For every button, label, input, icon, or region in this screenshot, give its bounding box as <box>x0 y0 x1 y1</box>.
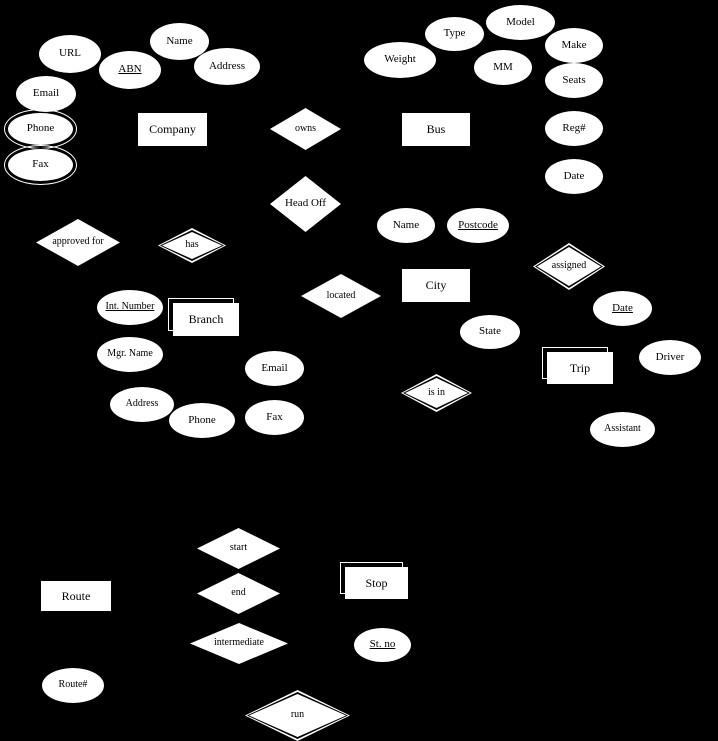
attribute-ellipse-driver[interactable]: Driver <box>639 340 701 375</box>
node-label: owns <box>294 122 317 134</box>
entity-box-company[interactable]: Company <box>137 112 208 147</box>
attribute-ellipse-model[interactable]: Model <box>486 5 555 40</box>
node-label: Model <box>506 15 535 28</box>
node-label: run <box>290 709 305 721</box>
identifying-relationship-diamond-has[interactable]: has <box>158 228 226 263</box>
node-label: end <box>231 587 246 599</box>
entity-box-city[interactable]: City <box>401 268 471 303</box>
node-label: Email <box>32 87 60 100</box>
node-label: Address <box>125 398 159 410</box>
node-label: Date <box>563 169 585 182</box>
attribute-ellipse-address_co[interactable]: Address <box>194 48 260 85</box>
attribute-ellipse-type[interactable]: Type <box>425 17 484 51</box>
attribute-ellipse-assistant[interactable]: Assistant <box>590 412 655 447</box>
identifying-relationship-diamond-run[interactable]: run <box>245 690 350 741</box>
relationship-diamond-approved_for[interactable]: approved for <box>36 219 120 266</box>
relationship-diamond-end[interactable]: end <box>197 573 280 614</box>
node-label: MM <box>493 60 513 73</box>
node-label: has <box>185 239 199 251</box>
node-label: Assistant <box>604 423 641 435</box>
weak-entity-box-trip[interactable]: Trip <box>542 347 614 385</box>
attribute-ellipse-route_no[interactable]: Route# <box>42 668 104 703</box>
node-label: Name <box>392 218 420 231</box>
node-label: Date <box>612 301 633 314</box>
entity-box-route[interactable]: Route <box>40 580 112 612</box>
key-attribute-ellipse-date_trip[interactable]: Date <box>593 291 652 326</box>
attribute-ellipse-state[interactable]: State <box>460 315 520 349</box>
node-label: Seats <box>562 73 586 86</box>
attribute-ellipse-make[interactable]: Make <box>545 28 603 63</box>
node-label: Branch <box>188 312 224 327</box>
entity-box-bus[interactable]: Bus <box>401 112 471 147</box>
node-label: Phone <box>26 122 55 135</box>
node-label: Company <box>149 122 196 137</box>
node-label: Bus <box>426 122 446 137</box>
node-label: Weight <box>384 53 416 66</box>
node-label: City <box>425 278 447 293</box>
node-label: Fax <box>32 158 49 171</box>
weak-entity-box-stop[interactable]: Stop <box>340 562 409 600</box>
attribute-ellipse-url[interactable]: URL <box>39 35 101 73</box>
key-attribute-ellipse-st_no[interactable]: St. no <box>354 628 411 662</box>
node-label: is in <box>428 386 445 398</box>
attribute-ellipse-phone_br[interactable]: Phone <box>169 403 235 438</box>
relationship-diamond-start[interactable]: start <box>197 528 280 569</box>
node-label: Mgr. Name <box>107 348 153 360</box>
attribute-ellipse-date_bus[interactable]: Date <box>545 159 603 194</box>
node-label: Address <box>208 59 246 72</box>
key-attribute-ellipse-abn[interactable]: ABN <box>99 51 161 89</box>
key-attribute-ellipse-postcode[interactable]: Postcode <box>447 208 509 243</box>
attribute-ellipse-regno[interactable]: Reg# <box>545 111 603 146</box>
node-label: located <box>326 289 356 301</box>
relationship-diamond-intermediate[interactable]: intermediate <box>190 623 288 664</box>
node-label: State <box>479 325 501 338</box>
node-label: Route <box>61 588 91 603</box>
identifying-relationship-diamond-assigned[interactable]: assigned <box>533 243 605 290</box>
node-label: Name <box>166 34 193 47</box>
node-label: Phone <box>188 413 216 426</box>
attribute-ellipse-mgr_name[interactable]: Mgr. Name <box>97 337 163 372</box>
attribute-ellipse-name_city[interactable]: Name <box>377 208 435 243</box>
node-label: Driver <box>655 350 685 363</box>
node-label: Postcode <box>458 218 498 231</box>
node-label: Trip <box>569 360 591 375</box>
node-label: Stop <box>365 575 388 590</box>
node-label: start <box>229 542 248 554</box>
node-label: intermediate <box>214 637 264 649</box>
node-label: Route# <box>58 679 88 691</box>
node-label: ABN <box>118 63 142 76</box>
node-label: Fax <box>266 410 283 423</box>
attribute-ellipse-address_br[interactable]: Address <box>110 387 174 422</box>
node-label: Email <box>261 361 288 374</box>
node-label: Int. Number <box>105 301 155 313</box>
key-attribute-ellipse-int_number[interactable]: Int. Number <box>97 290 163 325</box>
attribute-ellipse-fax_br[interactable]: Fax <box>245 400 304 435</box>
relationship-diamond-head_off[interactable]: Head Off <box>270 176 341 232</box>
weak-entity-box-branch[interactable]: Branch <box>168 298 240 337</box>
relationship-diamond-owns[interactable]: owns <box>270 108 341 150</box>
node-label: approved for <box>52 236 104 248</box>
node-label: Type <box>443 27 466 40</box>
attribute-ellipse-email_br[interactable]: Email <box>245 351 304 386</box>
attribute-ellipse-email_co[interactable]: Email <box>16 76 76 112</box>
node-label: Reg# <box>562 121 586 134</box>
node-label: St. no <box>369 638 396 651</box>
node-label: assigned <box>551 260 587 272</box>
identifying-relationship-diamond-is_in[interactable]: is in <box>401 374 472 412</box>
multivalued-attribute-ellipse-phone_co[interactable]: Phone <box>4 109 77 149</box>
node-label: Head Off <box>284 197 327 210</box>
node-label: URL <box>59 47 81 60</box>
attribute-ellipse-mm[interactable]: MM <box>474 50 532 85</box>
attribute-ellipse-seats[interactable]: Seats <box>545 63 603 98</box>
multivalued-attribute-ellipse-fax_co[interactable]: Fax <box>4 145 77 185</box>
node-label: Make <box>561 38 587 51</box>
er-diagram-canvas: URL ABN Name Address Email Phone Fax Company own… <box>0 0 718 741</box>
attribute-ellipse-weight[interactable]: Weight <box>364 42 436 78</box>
relationship-diamond-located[interactable]: located <box>301 274 381 318</box>
